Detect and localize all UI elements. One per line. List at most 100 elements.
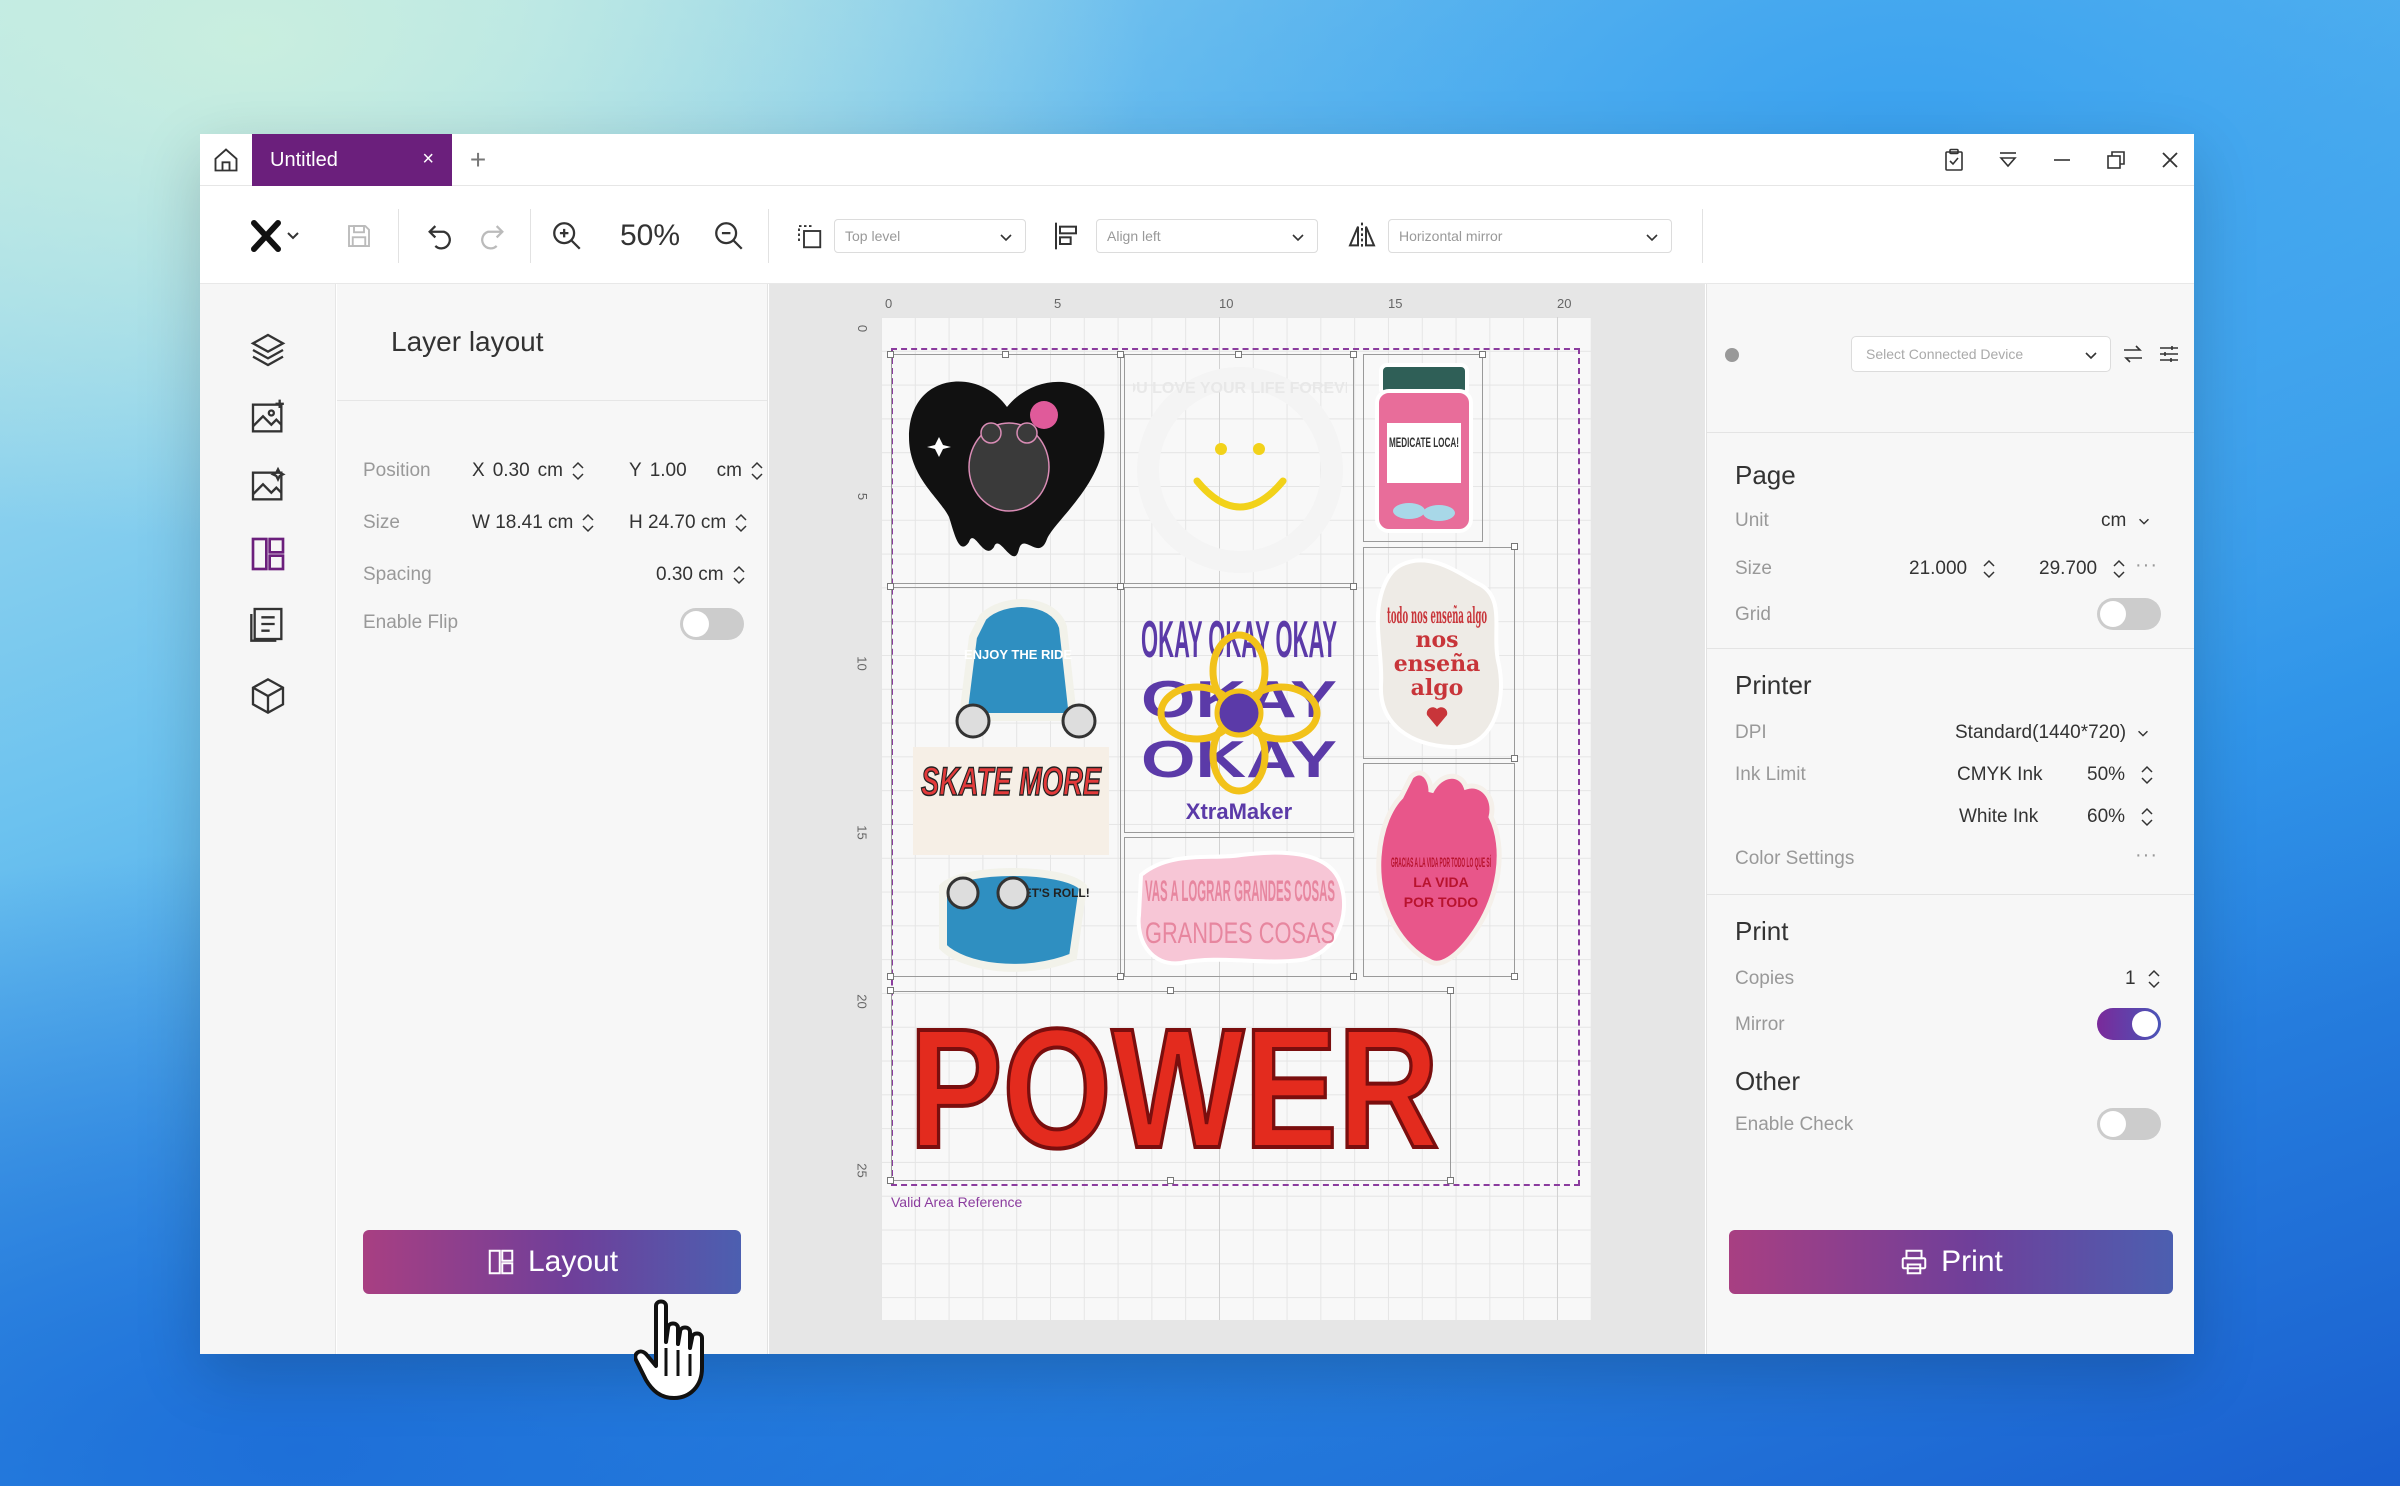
rail-templates[interactable] — [246, 602, 290, 646]
mirror-select[interactable]: Horizontal mirror — [1388, 219, 1672, 253]
clipboard-check-icon[interactable] — [1940, 146, 1968, 174]
power-sticker[interactable]: POWER — [897, 997, 1451, 1177]
stepper-icon[interactable] — [732, 564, 746, 586]
chevron-down-icon — [2138, 518, 2149, 525]
dropdown-menu-icon[interactable] — [1994, 146, 2022, 174]
stepper-icon[interactable] — [2147, 968, 2161, 990]
okay-flower-sticker[interactable]: OKAY OKAY OKAY OKAY OKAY XtraMaker — [1129, 593, 1349, 829]
spacing-field[interactable]: 0.30 cm — [656, 564, 746, 586]
stepper-icon[interactable] — [1982, 558, 1996, 580]
black-heart-sticker[interactable] — [899, 367, 1115, 577]
svg-text:algo: algo — [1411, 675, 1464, 701]
mirror-toggle[interactable] — [2097, 1008, 2161, 1040]
size-h-value: H 24.70 cm — [629, 512, 727, 533]
stepper-icon[interactable] — [2140, 764, 2154, 786]
print-page[interactable]: Valid Area Reference U LOVE YOUR LIFE FO… — [881, 317, 1591, 1320]
stepper-icon[interactable] — [2140, 806, 2154, 828]
size-w-field[interactable]: W 18.41 cm — [472, 512, 595, 534]
horizontal-mirror-icon — [1348, 222, 1376, 249]
arrange-button[interactable] — [794, 187, 824, 284]
rail-ai-image[interactable] — [246, 464, 290, 508]
color-settings-more-button[interactable]: ··· — [2135, 844, 2158, 867]
document-tab[interactable]: Untitled × — [252, 134, 452, 186]
app-window: Untitled × + 50% Top level Align left Ho… — [200, 134, 2194, 1354]
white-ink-field[interactable]: 60% — [2087, 806, 2154, 828]
align-select-value: Align left — [1107, 228, 1161, 244]
tab-close-button[interactable]: × — [422, 148, 434, 171]
home-button[interactable] — [200, 134, 252, 186]
ai-image-icon — [251, 466, 286, 501]
mirror-label: Mirror — [1735, 1014, 1785, 1035]
stepper-icon[interactable] — [750, 460, 764, 482]
print-button[interactable]: Print — [1729, 1230, 2173, 1294]
skate-more-sticker[interactable]: ENJOY THE RIDE SKATE MORE LET'S ROLL! — [903, 597, 1119, 973]
page-size-more-button[interactable]: ··· — [2135, 554, 2158, 577]
new-tab-button[interactable]: + — [462, 144, 494, 176]
rail-layout[interactable] — [246, 532, 290, 576]
unit-select[interactable]: cm — [2101, 510, 2152, 532]
cmyk-ink-field[interactable]: 50% — [2087, 764, 2154, 786]
stepper-icon[interactable] — [734, 512, 748, 534]
spacing-label: Spacing — [363, 564, 432, 585]
mirror-select-value: Horizontal mirror — [1399, 228, 1503, 244]
zoom-level[interactable]: 50% — [620, 219, 680, 253]
swap-icon[interactable] — [2121, 342, 2145, 366]
rail-3d[interactable] — [246, 674, 290, 718]
zoom-in-button[interactable] — [550, 187, 584, 284]
size-label: Size — [363, 512, 400, 533]
svg-text:LA VIDA: LA VIDA — [1413, 874, 1468, 890]
stepper-icon[interactable] — [2112, 558, 2126, 580]
stepper-icon[interactable] — [571, 460, 585, 482]
redo-button[interactable] — [474, 187, 508, 284]
cmyk-ink-value: 50% — [2087, 764, 2126, 786]
copies-field[interactable]: 1 — [2125, 968, 2161, 990]
pill-bottle-sticker[interactable]: MEDICATE LOCA! — [1369, 361, 1479, 537]
minimize-icon[interactable] — [2048, 146, 2076, 174]
smiley-sticker[interactable]: YOU LOVE YOUR LIFE FOREVER — [1133, 363, 1347, 577]
canvas-area[interactable]: 0 5 10 15 20 0 5 10 15 20 25 Valid Area … — [769, 284, 1705, 1354]
flip-toggle[interactable] — [680, 608, 744, 640]
layout-button[interactable]: Layout — [363, 1230, 741, 1294]
position-y-unit: cm — [716, 460, 742, 481]
zoom-in-icon — [553, 221, 581, 250]
align-button[interactable] — [1052, 187, 1084, 284]
ruler-x-tick: 10 — [1219, 296, 1234, 311]
cmyk-ink-label: CMYK Ink — [1957, 764, 2043, 785]
stepper-icon[interactable] — [581, 512, 595, 534]
page-width-field[interactable]: 21.000 — [1909, 558, 1996, 580]
position-x-field[interactable]: X 0.30 cm — [472, 460, 585, 482]
grid-toggle[interactable] — [2097, 598, 2161, 630]
align-select[interactable]: Align left — [1096, 219, 1318, 253]
title-bar: Untitled × + — [200, 134, 2194, 186]
undo-button[interactable] — [424, 187, 458, 284]
close-window-icon[interactable] — [2156, 146, 2184, 174]
save-button[interactable] — [344, 187, 374, 284]
arrange-select[interactable]: Top level — [834, 219, 1026, 253]
hand-cursor-icon — [634, 1299, 704, 1400]
skate-ride-text: ENJOY THE RIDE — [964, 647, 1072, 662]
zoom-out-button[interactable] — [712, 187, 746, 284]
page-height-field[interactable]: 29.700 — [2039, 558, 2126, 580]
anatomical-heart-sticker[interactable]: GRACIAS A LA VIDA POR TODO LO QUE SÍ LA … — [1371, 767, 1509, 973]
skate-more-text: SKATE MORE — [921, 760, 1102, 804]
toolbar: 50% Top level Align left Horizontal mirr… — [200, 187, 2194, 284]
enable-check-toggle[interactable] — [2097, 1108, 2161, 1140]
arrange-select-value: Top level — [845, 228, 901, 244]
position-y-field[interactable]: Y 1.00 cm — [629, 460, 764, 482]
size-h-field[interactable]: H 24.70 cm — [629, 512, 748, 534]
app-menu-button[interactable] — [250, 187, 306, 284]
mirror-button[interactable] — [1346, 187, 1378, 284]
ruler-horizontal: 0 5 10 15 20 — [881, 292, 1591, 314]
position-x-value: 0.30 — [492, 460, 530, 481]
vas-a-lograr-sticker[interactable]: VAS A LOGRAR GRANDES COSAS GRANDES COSAS — [1131, 845, 1349, 971]
enable-check-label: Enable Check — [1735, 1114, 1854, 1135]
todo-sticker[interactable]: todo nos enseña algo nos enseña algo — [1371, 555, 1507, 755]
rail-layers[interactable] — [246, 328, 290, 372]
device-select[interactable]: Select Connected Device — [1851, 336, 2111, 372]
rail-add-image[interactable] — [246, 396, 290, 440]
dpi-label: DPI — [1735, 722, 1767, 743]
dpi-select[interactable]: Standard(1440*720) — [1955, 722, 2151, 744]
chevron-down-icon — [2085, 352, 2097, 360]
settings-sliders-icon[interactable] — [2157, 342, 2181, 366]
restore-icon[interactable] — [2102, 146, 2130, 174]
